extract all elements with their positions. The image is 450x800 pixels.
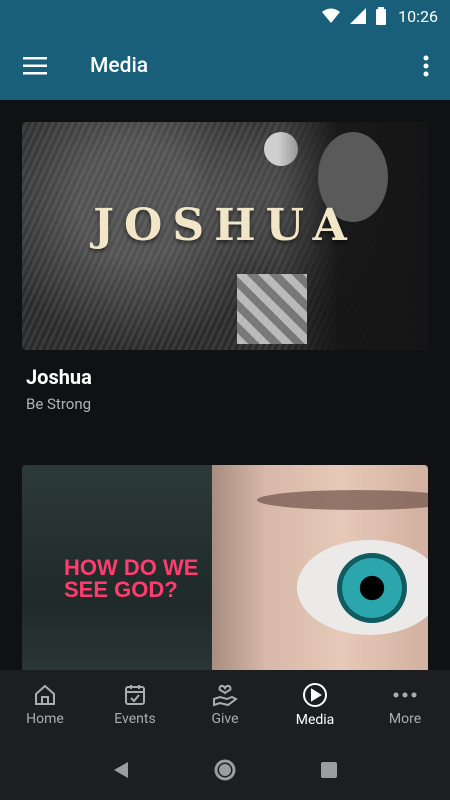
- artwork-title: HOW DO WE SEE GOD?: [64, 557, 198, 601]
- nav-give-label: Give: [211, 711, 239, 727]
- menu-button[interactable]: [0, 32, 70, 100]
- media-card-joshua[interactable]: JOSHUA Joshua Be Strong: [22, 122, 428, 422]
- home-icon: [35, 684, 55, 705]
- overflow-menu-button[interactable]: [402, 32, 450, 100]
- wifi-icon: [322, 8, 341, 24]
- status-time: 10:26: [398, 6, 438, 26]
- media-card-image[interactable]: HOW DO WE SEE GOD?: [22, 465, 428, 670]
- media-card-title: Joshua: [26, 365, 92, 389]
- play-circle-icon: [303, 683, 327, 707]
- eye-artwork: HOW DO WE SEE GOD?: [22, 465, 428, 670]
- bottom-navigation: Home Events Give Media More: [0, 670, 450, 740]
- joshua-artwork: JOSHUA: [22, 122, 428, 350]
- app-bar: Media: [0, 32, 450, 100]
- home-circle-icon[interactable]: [213, 758, 237, 782]
- nav-more-label: More: [388, 711, 422, 727]
- give-icon: [213, 684, 238, 707]
- calendar-icon: [125, 685, 145, 705]
- media-list[interactable]: JOSHUA Joshua Be Strong HOW DO WE SEE GO…: [0, 100, 450, 670]
- eye-iris: [337, 553, 407, 623]
- status-bar: 10:26: [0, 0, 450, 32]
- hamburger-icon: [23, 57, 47, 75]
- artwork-title: JOSHUA: [93, 200, 357, 251]
- recents-icon[interactable]: [320, 761, 338, 779]
- system-navigation-bar: [0, 740, 450, 800]
- battery-icon: [376, 7, 387, 25]
- signal-icon: [350, 8, 367, 24]
- nav-media[interactable]: Media: [270, 670, 360, 740]
- more-vertical-icon: [423, 55, 429, 77]
- back-icon[interactable]: [112, 760, 130, 780]
- nav-more[interactable]: More: [360, 670, 450, 740]
- nav-events[interactable]: Events: [90, 670, 180, 740]
- nav-home-label: Home: [26, 711, 64, 727]
- media-card-subtitle: Be Strong: [26, 395, 92, 413]
- page-title: Media: [90, 54, 149, 78]
- nav-media-label: Media: [295, 712, 335, 728]
- artwork-title-line1: HOW DO WE: [64, 555, 199, 580]
- more-horizontal-icon: [393, 692, 417, 698]
- nav-events-label: Events: [114, 711, 156, 727]
- media-card-how-do-we-see-god[interactable]: HOW DO WE SEE GOD?: [22, 465, 428, 670]
- nav-home[interactable]: Home: [0, 670, 90, 740]
- pattern-panel: [237, 274, 307, 344]
- nav-give[interactable]: Give: [180, 670, 270, 740]
- artwork-title-line2: SEE GOD?: [64, 577, 178, 602]
- media-card-image[interactable]: JOSHUA: [22, 122, 428, 350]
